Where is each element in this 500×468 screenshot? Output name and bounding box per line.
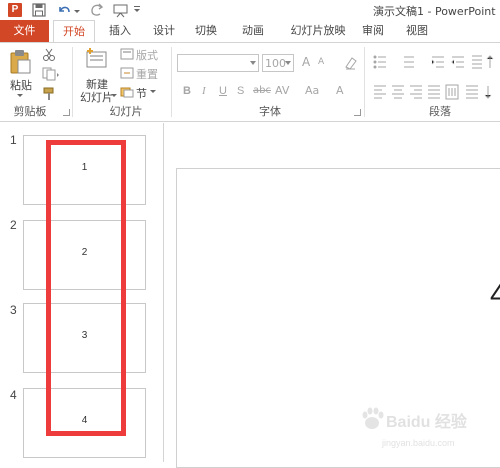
strikethrough-button[interactable]: abc <box>253 85 271 96</box>
clipboard-group-label: 剪贴板 <box>13 105 47 118</box>
clipboard-dialog-launcher-icon[interactable] <box>63 109 70 116</box>
paragraph-top-row-icons[interactable] <box>372 53 500 71</box>
red-highlight-annotation <box>46 140 126 436</box>
layout-icon[interactable] <box>120 48 134 60</box>
bold-button[interactable]: B <box>183 85 191 97</box>
section-dropdown-icon[interactable] <box>149 89 157 95</box>
font-name-dropdown-icon[interactable] <box>250 61 256 65</box>
new-slide-dropdown-icon[interactable] <box>110 93 118 99</box>
new-slide-icon[interactable] <box>84 47 108 73</box>
powerpoint-app-icon: P <box>8 3 22 17</box>
format-painter-icon[interactable] <box>42 87 56 101</box>
shrink-font-button[interactable]: A <box>318 57 324 67</box>
tab-home[interactable]: 开始 <box>53 20 95 43</box>
watermark-text: Baidu 经验 <box>386 414 467 431</box>
ribbon-home: 粘贴 剪贴板 新建 幻灯片 版式 重置 节 幻灯片 100 A A B I U … <box>0 42 500 122</box>
tab-review[interactable]: 审阅 <box>353 20 393 42</box>
font-color-button[interactable]: A <box>336 84 344 97</box>
slide-title-text-fragment[interactable]: 4 <box>490 278 500 312</box>
paragraph-bottom-row-icons[interactable] <box>372 83 500 101</box>
baidu-paw-icon <box>362 407 384 429</box>
paste-icon[interactable] <box>9 49 31 75</box>
font-group-label: 字体 <box>259 105 281 118</box>
group-divider <box>171 47 172 117</box>
section-button[interactable]: 节 <box>136 85 147 101</box>
title-bar: P 演示文稿1 - PowerPoint <box>0 0 500 20</box>
tab-file[interactable]: 文件 <box>0 20 49 42</box>
underline-button[interactable]: U <box>219 85 227 97</box>
clear-formatting-icon[interactable] <box>343 55 359 71</box>
baidu-watermark: Baidu 经验 jingyan.baidu.com <box>360 400 490 456</box>
font-size-dropdown-icon[interactable] <box>285 61 291 65</box>
italic-button[interactable]: I <box>202 85 206 97</box>
paste-dropdown-icon[interactable] <box>16 93 24 99</box>
customize-qat-icon[interactable] <box>132 2 142 18</box>
tab-insert[interactable]: 插入 <box>100 20 140 42</box>
copy-icon[interactable] <box>42 67 60 81</box>
slide-number-2: 2 <box>10 218 17 232</box>
slide-number-3: 3 <box>10 303 17 317</box>
section-icon[interactable] <box>120 86 134 98</box>
change-case-button[interactable]: Aa <box>305 84 319 97</box>
watermark-url: jingyan.baidu.com <box>382 438 455 448</box>
group-divider <box>364 47 365 117</box>
font-name-combo[interactable] <box>177 54 259 72</box>
character-spacing-button[interactable]: AV <box>275 84 289 97</box>
cut-icon[interactable] <box>42 48 56 62</box>
reset-icon[interactable] <box>120 67 134 79</box>
group-divider <box>72 47 73 117</box>
slide-number-1: 1 <box>10 133 17 147</box>
tab-animations[interactable]: 动画 <box>233 20 273 42</box>
window-title: 演示文稿1 - PowerPoint <box>373 5 496 18</box>
shadow-button[interactable]: S <box>237 85 244 97</box>
redo-icon[interactable] <box>89 2 105 18</box>
undo-icon[interactable] <box>56 2 72 18</box>
tab-design[interactable]: 设计 <box>144 20 184 42</box>
ribbon-tabs: 文件 开始 插入 设计 切换 动画 幻灯片放映 审阅 视图 <box>0 20 500 43</box>
save-icon[interactable] <box>32 2 46 18</box>
slides-group-label: 幻灯片 <box>109 105 143 118</box>
start-from-beginning-icon[interactable] <box>113 2 129 18</box>
layout-button[interactable]: 版式 <box>136 47 158 63</box>
slide-number-4: 4 <box>10 388 17 402</box>
font-dialog-launcher-icon[interactable] <box>354 109 361 116</box>
font-size-combo[interactable]: 100 <box>262 54 294 72</box>
grow-font-button[interactable]: A <box>302 55 310 69</box>
font-size-value: 100 <box>265 57 286 70</box>
tab-transitions[interactable]: 切换 <box>186 20 226 42</box>
reset-button[interactable]: 重置 <box>136 66 158 82</box>
tab-slideshow[interactable]: 幻灯片放映 <box>283 20 353 42</box>
undo-dropdown-icon[interactable] <box>73 2 81 18</box>
tab-view[interactable]: 视图 <box>397 20 437 42</box>
paste-button-label[interactable]: 粘贴 <box>10 77 32 93</box>
paragraph-group-label: 段落 <box>429 105 451 118</box>
